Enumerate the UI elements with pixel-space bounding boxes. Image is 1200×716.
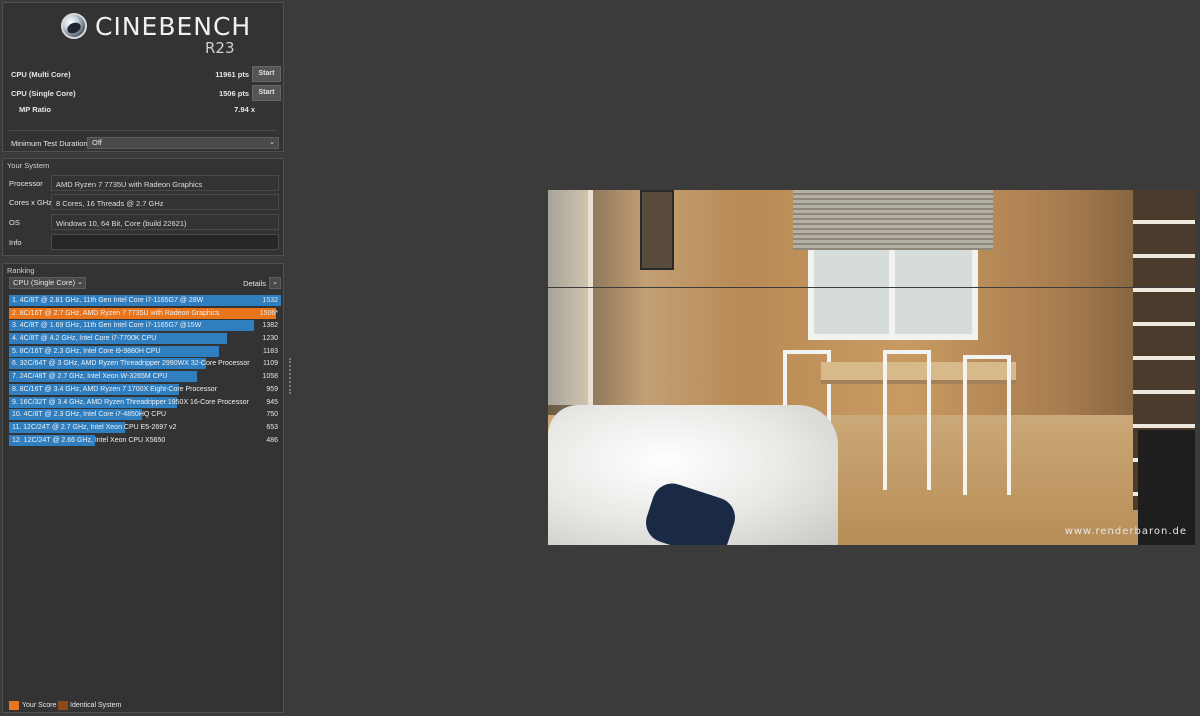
cores-value: 8 Cores, 16 Threads @ 2.7 GHz (51, 194, 279, 210)
ranking-list: 1. 4C/8T @ 2.81 GHz, 11th Gen Intel Core… (9, 295, 281, 447)
ranking-score: 1506* (259, 309, 278, 317)
ranking-cpu-name: 4. 4C/8T @ 4.2 GHz, Intel Core i7-7700K … (12, 335, 157, 343)
ranking-score: 959 (266, 385, 278, 393)
identical-system-swatch (58, 701, 68, 710)
multi-core-score: 11961 pts (215, 70, 249, 79)
mp-ratio-label: MP Ratio (19, 105, 51, 114)
info-field[interactable] (51, 234, 279, 250)
app-version: R23 (205, 39, 235, 57)
ranking-score: 486 (266, 436, 278, 444)
render-chair (963, 355, 1011, 495)
ranking-title: Ranking (7, 266, 35, 275)
multi-core-label: CPU (Multi Core) (11, 70, 71, 79)
processor-value: AMD Ryzen 7 7735U with Radeon Graphics (51, 175, 279, 191)
ranking-score: 1532 (262, 297, 278, 304)
chevron-down-icon: ⌄ (269, 139, 275, 146)
ranking-cpu-name: 5. 8C/16T @ 2.3 GHz, Intel Core i9-9880H… (12, 347, 161, 355)
render-view: www.renderbaron.de (548, 190, 1195, 545)
ranking-row[interactable]: 9. 16C/32T @ 3.4 GHz, AMD Ryzen Threadri… (9, 396, 281, 408)
ranking-cpu-name: 10. 4C/8T @ 2.3 GHz, Intel Core i7-4850H… (12, 411, 167, 419)
your-system-title: Your System (7, 161, 50, 170)
min-test-duration-label: Minimum Test Duration (11, 139, 88, 148)
benchmark-panel: CINEBENCH R23 CPU (Multi Core) 11961 pts… (2, 2, 284, 152)
ranking-score: 945 (266, 398, 278, 406)
single-core-start-button[interactable]: Start (252, 85, 281, 101)
app-title: CINEBENCH (95, 12, 252, 41)
render-chair (883, 350, 931, 490)
ranking-score: 1230 (262, 335, 278, 343)
your-score-swatch (9, 701, 19, 710)
multi-core-row: CPU (Multi Core) 11961 pts Start (11, 66, 281, 82)
your-score-legend: Your Score (22, 702, 57, 709)
multi-core-start-button[interactable]: Start (252, 66, 281, 82)
os-value: Windows 10, 64 Bit, Core (build 22621) (51, 214, 279, 230)
divider (9, 130, 277, 131)
render-left-window (548, 190, 593, 405)
ranking-row[interactable]: 3. 4C/8T @ 1.69 GHz, 11th Gen Intel Core… (9, 320, 281, 332)
ranking-cpu-name: 2. 8C/16T @ 2.7 GHz, AMD Ryzen 7 7735U w… (12, 309, 220, 317)
render-wall-picture (640, 190, 674, 270)
ranking-score: 1109 (262, 360, 278, 368)
ranking-selected-test: CPU (Single Core) (13, 278, 76, 287)
system-row-os: OS Windows 10, 64 Bit, Core (build 22621… (9, 214, 281, 230)
ranking-cpu-name: 8. 8C/16T @ 3.4 GHz, AMD Ryzen 7 1700X E… (12, 385, 218, 393)
os-label: OS (9, 218, 20, 227)
ranking-row[interactable]: 6. 32C/64T @ 3 GHz, AMD Ryzen Threadripp… (9, 358, 281, 370)
ranking-score: 1058 (262, 373, 278, 381)
render-progress-line (548, 287, 1195, 288)
cores-label: Cores x GHz (9, 198, 52, 207)
ranking-cpu-name: 1. 4C/8T @ 2.81 GHz, 11th Gen Intel Core… (12, 297, 204, 304)
ranking-row[interactable]: 4. 4C/8T @ 4.2 GHz, Intel Core i7-7700K … (9, 333, 281, 345)
ranking-controls: CPU (Single Core) ⌄ Details ⌄ (9, 277, 281, 289)
ranking-row[interactable]: 11. 12C/24T @ 2.7 GHz, Intel Xeon CPU E5… (9, 421, 281, 433)
details-label: Details (243, 279, 266, 288)
ranking-cpu-name: 12. 12C/24T @ 2.66 GHz, Intel Xeon CPU X… (12, 436, 166, 444)
details-toggle-button[interactable]: ⌄ (269, 277, 281, 289)
ranking-row[interactable]: 12. 12C/24T @ 2.66 GHz, Intel Xeon CPU X… (9, 434, 281, 446)
render-watermark: www.renderbaron.de (1064, 526, 1187, 537)
single-core-row: CPU (Single Core) 1506 pts Start (11, 85, 281, 101)
ranking-cpu-name: 3. 4C/8T @ 1.69 GHz, 11th Gen Intel Core… (12, 322, 202, 330)
ranking-score: 1382 (262, 322, 278, 330)
ranking-row[interactable]: 8. 8C/16T @ 3.4 GHz, AMD Ryzen 7 1700X E… (9, 383, 281, 395)
chevron-down-icon: ⌄ (272, 279, 278, 286)
ranking-score: 750 (266, 411, 278, 419)
ranking-row[interactable]: 10. 4C/8T @ 2.3 GHz, Intel Core i7-4850H… (9, 409, 281, 421)
cinema4d-sphere-icon (61, 13, 87, 39)
ranking-row-your-score[interactable]: 2. 8C/16T @ 2.7 GHz, AMD Ryzen 7 7735U w… (9, 307, 281, 319)
identical-system-legend: Identical System (70, 702, 122, 709)
min-test-duration-select[interactable]: Off ⌄ (87, 137, 279, 149)
ranking-panel: Ranking CPU (Single Core) ⌄ Details ⌄ 1.… (2, 263, 284, 713)
min-test-duration-value: Off (92, 138, 102, 147)
info-label: Info (9, 238, 22, 247)
single-core-score: 1506 pts (218, 89, 249, 98)
ranking-cpu-name: 11. 12C/24T @ 2.7 GHz, Intel Xeon CPU E5… (12, 423, 177, 431)
panel-splitter-handle[interactable] (289, 358, 291, 394)
ranking-test-select[interactable]: CPU (Single Core) ⌄ (9, 277, 86, 289)
processor-label: Processor (9, 179, 43, 188)
mp-ratio-row: MP Ratio 7.94 x (19, 105, 259, 114)
single-core-label: CPU (Single Core) (11, 89, 76, 98)
ranking-row[interactable]: 7. 24C/48T @ 2.7 GHz, Intel Xeon W-3265M… (9, 371, 281, 383)
system-row-processor: Processor AMD Ryzen 7 7735U with Radeon … (9, 175, 281, 191)
ranking-cpu-name: 9. 16C/32T @ 3.4 GHz, AMD Ryzen Threadri… (12, 398, 249, 406)
system-row-info: Info (9, 234, 281, 250)
ranking-cpu-name: 7. 24C/48T @ 2.7 GHz, Intel Xeon W-3265M… (12, 373, 168, 381)
chevron-down-icon: ⌄ (77, 279, 83, 286)
ranking-row[interactable]: 5. 8C/16T @ 2.3 GHz, Intel Core i9-9880H… (9, 345, 281, 357)
ranking-score: 653 (266, 423, 278, 431)
ranking-row[interactable]: 1. 4C/8T @ 2.81 GHz, 11th Gen Intel Core… (9, 295, 281, 306)
system-row-cores: Cores x GHz 8 Cores, 16 Threads @ 2.7 GH… (9, 194, 281, 210)
mp-ratio-value: 7.94 x (234, 105, 255, 114)
your-system-panel: Your System Processor AMD Ryzen 7 7735U … (2, 158, 284, 256)
cinebench-logo: CINEBENCH R23 (55, 11, 255, 57)
render-blinds (793, 190, 993, 250)
ranking-legend: Your Score Identical System (9, 701, 209, 711)
min-test-duration-row: Minimum Test Duration Off ⌄ (11, 137, 281, 149)
ranking-cpu-name: 6. 32C/64T @ 3 GHz, AMD Ryzen Threadripp… (12, 360, 250, 368)
ranking-score: 1183 (262, 347, 278, 355)
